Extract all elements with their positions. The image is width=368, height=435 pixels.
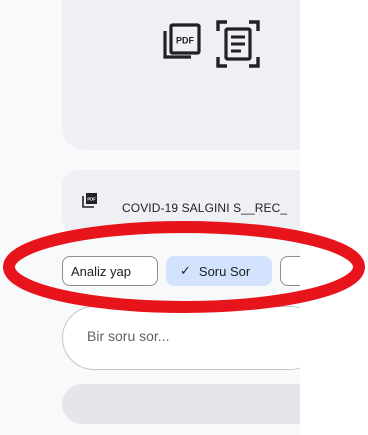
analyze-chip[interactable]: Analiz yap [62, 256, 158, 286]
pdf-file-icon: PDF [82, 193, 97, 208]
app-panel: PDF PDF COVID-19 SALGINI S__REC_ Analiz … [0, 0, 300, 435]
ask-question-label: Soru Sor [198, 263, 251, 279]
document-scan-icon[interactable] [214, 18, 262, 70]
third-chip[interactable] [280, 256, 300, 286]
upload-card: PDF [62, 0, 300, 150]
bottom-action-bar[interactable] [62, 384, 300, 424]
file-name: COVID-19 SALGINI S__REC_ [122, 201, 288, 215]
ask-question-chip[interactable]: ✓ Soru Sor [166, 256, 272, 286]
question-input[interactable] [85, 327, 299, 345]
check-icon: ✓ [180, 263, 191, 278]
svg-text:PDF: PDF [87, 197, 96, 202]
question-input-box[interactable] [62, 306, 300, 370]
right-blank-area [300, 0, 368, 435]
attached-file-chip[interactable]: PDF COVID-19 SALGINI S__REC_ [62, 170, 300, 234]
svg-text:PDF: PDF [176, 36, 195, 46]
pdf-icon[interactable]: PDF [161, 21, 203, 63]
